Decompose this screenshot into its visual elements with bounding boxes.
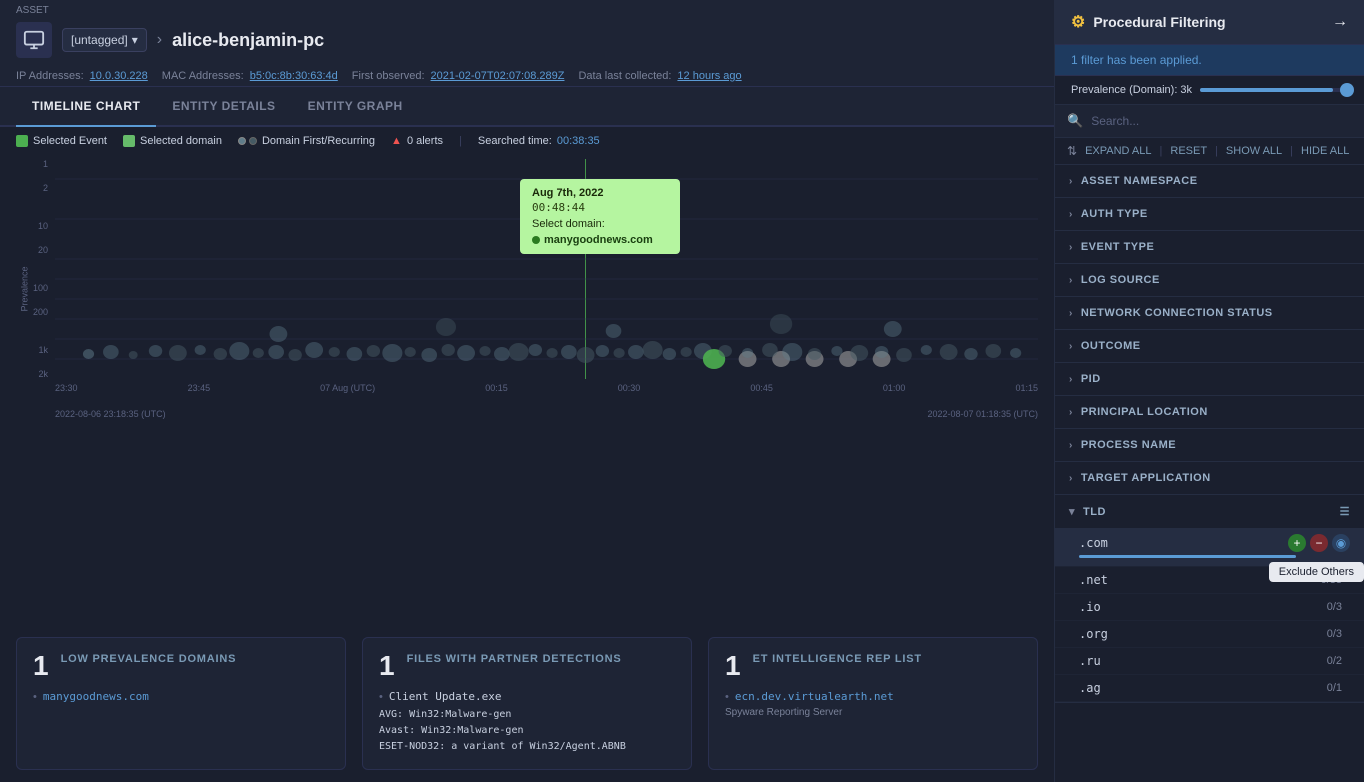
filter-section-principal-location: › PRINCIPAL LOCATION [1055, 396, 1364, 429]
prevalence-slider-row: Prevalence (Domain): 3k [1055, 76, 1364, 105]
search-row: 🔍 [1055, 105, 1364, 138]
exclude-others-tooltip: Exclude Others [1269, 562, 1364, 582]
hide-all-button[interactable]: HIDE ALL [1301, 145, 1349, 157]
page-title: alice-benjamin-pc [172, 30, 324, 51]
card-item-detections: AVG: Win32:Malware-gen Avast: Win32:Malw… [379, 707, 675, 755]
prevalence-slider[interactable] [1200, 88, 1348, 92]
filter-section-header-target-application[interactable]: › TARGET APPLICATION [1055, 462, 1364, 494]
filter-controls: ⇅ EXPAND ALL | RESET | SHOW ALL | HIDE A… [1055, 138, 1364, 165]
tab-timeline-chart[interactable]: TIMELINE CHART [16, 87, 156, 127]
last-collected-value[interactable]: 12 hours ago [677, 70, 741, 82]
sidebar-title: ⚙ Procedural Filtering [1071, 12, 1226, 32]
card-title-3: ET INTELLIGENCE REP LIST [753, 652, 922, 666]
x-axis-right-date: 2022-08-07 01:18:35 (UTC) [927, 409, 1038, 419]
tab-entity-details[interactable]: ENTITY DETAILS [156, 87, 291, 127]
filter-section-asset-namespace: › ASSET NAMESPACE [1055, 165, 1364, 198]
tld-item-ru[interactable]: .ru 0/2 [1055, 648, 1364, 675]
x-axis-left-date: 2022-08-06 23:18:35 (UTC) [55, 409, 166, 419]
x-axis: 23:30 23:45 07 Aug (UTC) 00:15 00:30 00:… [55, 379, 1038, 419]
filter-section-header-process-name[interactable]: › PROCESS NAME [1055, 429, 1364, 461]
card-low-prevalence: 1 LOW PREVALENCE DOMAINS • manygoodnews.… [16, 637, 346, 770]
tooltip-domain: manygoodnews.com [532, 234, 668, 246]
card-item-rep-sub: Spyware Reporting Server [725, 707, 1021, 718]
tag-badge[interactable]: [untagged] ▾ [62, 28, 147, 52]
tld-sub-button-com[interactable]: − [1310, 534, 1328, 552]
ip-label: IP Addresses: [16, 70, 84, 82]
tooltip-time: 00:48:44 [532, 201, 668, 214]
mac-address[interactable]: b5:0c:8b:30:63:4d [250, 70, 338, 82]
tld-add-button-com[interactable]: + [1288, 534, 1306, 552]
card-count-2: 1 [379, 652, 395, 680]
filter-section-header-principal-location[interactable]: › PRINCIPAL LOCATION [1055, 396, 1364, 428]
filter-section-outcome: › OUTCOME [1055, 330, 1364, 363]
expand-all-button[interactable]: EXPAND ALL [1085, 145, 1151, 157]
card-et-intelligence: 1 ET INTELLIGENCE REP LIST • ecn.dev.vir… [708, 637, 1038, 770]
ip-address[interactable]: 10.0.30.228 [90, 70, 148, 82]
filter-section-log-source: › LOG SOURCE [1055, 264, 1364, 297]
tooltip-select-label: Select domain: [532, 218, 668, 230]
tld-bar-com [1079, 555, 1296, 558]
legend-alerts: ▲ 0 alerts [391, 135, 443, 147]
filter-section-process-name: › PROCESS NAME [1055, 429, 1364, 462]
legend-separator: | [459, 135, 462, 147]
filter-applied-banner: 1 filter has been applied. [1055, 45, 1364, 76]
filter-section-header-auth-type[interactable]: › AUTH TYPE [1055, 198, 1364, 230]
filter-section-header-outcome[interactable]: › OUTCOME [1055, 330, 1364, 362]
card-count-3: 1 [725, 652, 741, 680]
chevron-down-icon: ▾ [132, 33, 138, 47]
filter-section-header-log-source[interactable]: › LOG SOURCE [1055, 264, 1364, 296]
filter-section-header-event-type[interactable]: › EVENT TYPE [1055, 231, 1364, 263]
first-observed-label: First observed: [352, 70, 425, 82]
asset-label: ASSET [16, 6, 49, 16]
card-item-file[interactable]: • Client Update.exe [379, 690, 675, 703]
mac-label: MAC Addresses: [162, 70, 244, 82]
card-partner-detections: 1 FILES WITH PARTNER DETECTIONS • Client… [362, 637, 692, 770]
reset-button[interactable]: RESET [1170, 145, 1207, 157]
filter-section-event-type: › EVENT TYPE [1055, 231, 1364, 264]
prevalence-slider-label: Prevalence (Domain): 3k [1071, 84, 1192, 96]
asset-icon [16, 22, 52, 58]
legend-selected-domain: Selected domain [123, 135, 222, 147]
filter-section-header-pid[interactable]: › PID [1055, 363, 1364, 395]
search-input[interactable] [1091, 114, 1352, 128]
tld-circle-button-com[interactable]: ◉ [1332, 534, 1350, 552]
first-observed-value[interactable]: 2021-02-07T02:07:08.289Z [431, 70, 565, 82]
legend-selected-event: Selected Event [16, 135, 107, 147]
card-title-2: FILES WITH PARTNER DETECTIONS [407, 652, 622, 666]
search-icon: 🔍 [1067, 113, 1083, 129]
card-title-1: LOW PREVALENCE DOMAINS [61, 652, 237, 666]
tld-item-io[interactable]: .io 0/3 [1055, 594, 1364, 621]
legend-searched-time: Searched time: 00:38:35 [478, 135, 600, 147]
breadcrumb-separator: › [157, 31, 162, 49]
filter-sections: › ASSET NAMESPACE › AUTH TYPE › EVENT TY… [1055, 165, 1364, 782]
filter-section-header-asset-namespace[interactable]: › ASSET NAMESPACE [1055, 165, 1364, 197]
legend-domain-first-recurring: Domain First/Recurring [238, 135, 375, 147]
y-axis: 1 2 10 20 100 200 1k 2k [8, 159, 48, 379]
tld-item-org[interactable]: .org 0/3 [1055, 621, 1364, 648]
filter-section-tld: ▾ TLD ☰ .com + − ◉ [1055, 495, 1364, 703]
tab-entity-graph[interactable]: ENTITY GRAPH [292, 87, 419, 127]
filter-section-network-connection-status: › NETWORK CONNECTION STATUS [1055, 297, 1364, 330]
card-item-rep[interactable]: • ecn.dev.virtualearth.net [725, 690, 1021, 703]
tooltip-date: Aug 7th, 2022 [532, 187, 668, 199]
filter-section-header-network-connection-status[interactable]: › NETWORK CONNECTION STATUS [1055, 297, 1364, 329]
sidebar-header: ⚙ Procedural Filtering → [1055, 0, 1364, 45]
filter-section-target-application: › TARGET APPLICATION [1055, 462, 1364, 495]
tld-filter-icon[interactable]: ☰ [1340, 505, 1350, 518]
filter-section-auth-type: › AUTH TYPE [1055, 198, 1364, 231]
last-collected-label: Data last collected: [578, 70, 671, 82]
card-item-domain[interactable]: • manygoodnews.com [33, 690, 329, 703]
filter-section-pid: › PID [1055, 363, 1364, 396]
card-count-1: 1 [33, 652, 49, 680]
tld-item-ag[interactable]: .ag 0/1 [1055, 675, 1364, 702]
filter-section-header-tld[interactable]: ▾ TLD ☰ [1055, 495, 1364, 528]
show-all-button[interactable]: SHOW ALL [1226, 145, 1282, 157]
chart-tooltip: Aug 7th, 2022 00:48:44 Select domain: ma… [520, 179, 680, 254]
sidebar-arrow-button[interactable]: → [1332, 13, 1348, 31]
procedural-filtering-sidebar: ⚙ Procedural Filtering → 1 filter has be… [1054, 0, 1364, 782]
